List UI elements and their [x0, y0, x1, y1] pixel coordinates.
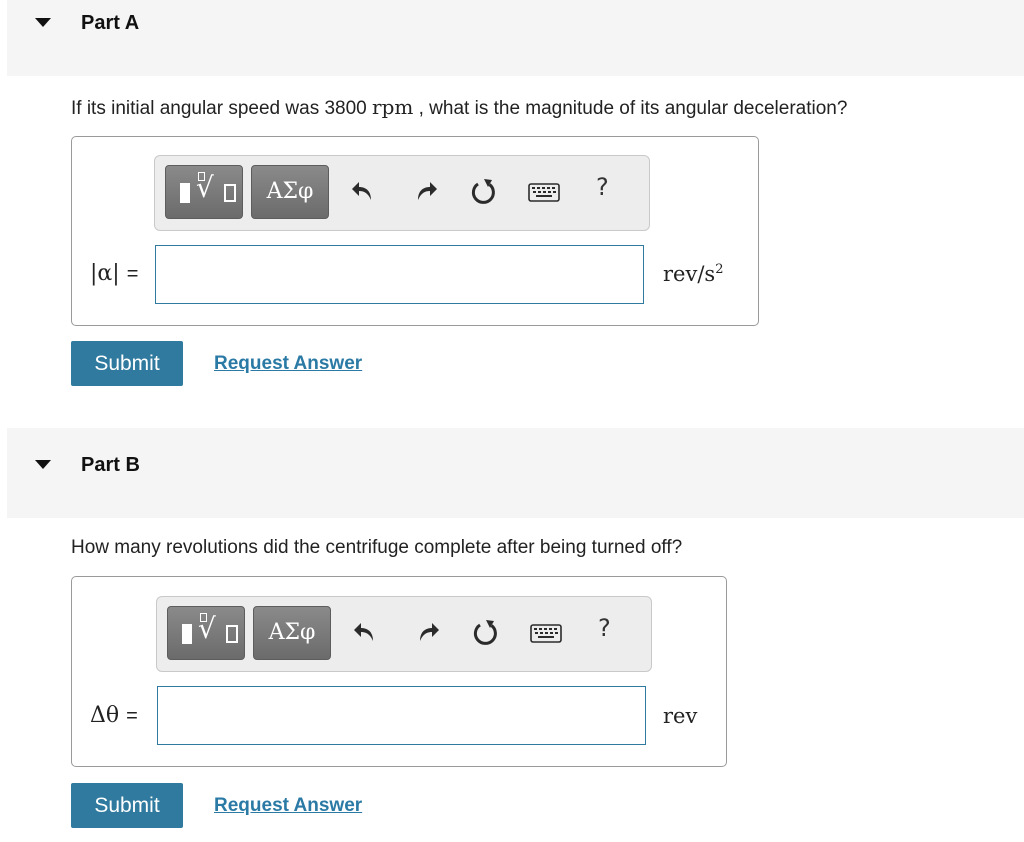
part-b-request-answer-link[interactable]: Request Answer — [214, 795, 362, 817]
part-a-submit-button[interactable]: Submit — [71, 341, 183, 386]
part-b-question: How many revolutions did the centrifuge … — [71, 537, 683, 558]
alpha-magnitude-label: |α| = — [90, 261, 139, 286]
reset-icon[interactable] — [470, 176, 498, 208]
part-b-answer-box: √ ΑΣφ ? Δθ = rev — [71, 576, 727, 767]
radicand-box-icon — [224, 184, 236, 202]
keyboard-icon[interactable] — [529, 617, 563, 649]
help-button[interactable]: ? — [598, 614, 611, 642]
sqrt-icon: √ — [196, 171, 214, 204]
templates-button[interactable]: √ — [165, 165, 243, 219]
part-a-question: If its initial angular speed was 3800 rp… — [71, 95, 848, 119]
undo-icon[interactable] — [351, 176, 379, 208]
keyboard-icon[interactable] — [527, 176, 561, 208]
collapse-caret-icon[interactable] — [35, 18, 51, 27]
part-a-answer-box: √ ΑΣφ ? |α| = rev/s2 — [71, 136, 759, 326]
rpm-unit: rpm — [372, 95, 414, 119]
collapse-caret-icon[interactable] — [35, 460, 51, 469]
part-a-header[interactable]: Part A — [7, 0, 1024, 76]
unit-label: rev — [663, 704, 698, 728]
reset-icon[interactable] — [472, 617, 500, 649]
part-b-title: Part B — [81, 454, 140, 476]
redo-icon[interactable] — [415, 617, 443, 649]
unit-label: rev/s2 — [663, 262, 724, 286]
redo-icon[interactable] — [413, 176, 441, 208]
greek-symbols-button[interactable]: ΑΣφ — [253, 606, 331, 660]
greek-symbols-button[interactable]: ΑΣφ — [251, 165, 329, 219]
radicand-box-icon — [226, 625, 238, 643]
block-icon — [182, 624, 192, 644]
angular-deceleration-input[interactable] — [155, 245, 644, 304]
part-a-request-answer-link[interactable]: Request Answer — [214, 353, 362, 375]
delta-theta-label: Δθ = — [90, 703, 138, 728]
undo-icon[interactable] — [353, 617, 381, 649]
block-icon — [180, 183, 190, 203]
part-b-header[interactable]: Part B — [7, 428, 1024, 518]
part-b-submit-button[interactable]: Submit — [71, 783, 183, 828]
templates-button[interactable]: √ — [167, 606, 245, 660]
revolutions-input[interactable] — [157, 686, 646, 745]
help-button[interactable]: ? — [596, 173, 609, 201]
math-toolbar: √ ΑΣφ ? — [154, 155, 650, 231]
part-a-title: Part A — [81, 12, 140, 34]
math-toolbar: √ ΑΣφ ? — [156, 596, 652, 672]
sqrt-icon: √ — [198, 612, 216, 645]
